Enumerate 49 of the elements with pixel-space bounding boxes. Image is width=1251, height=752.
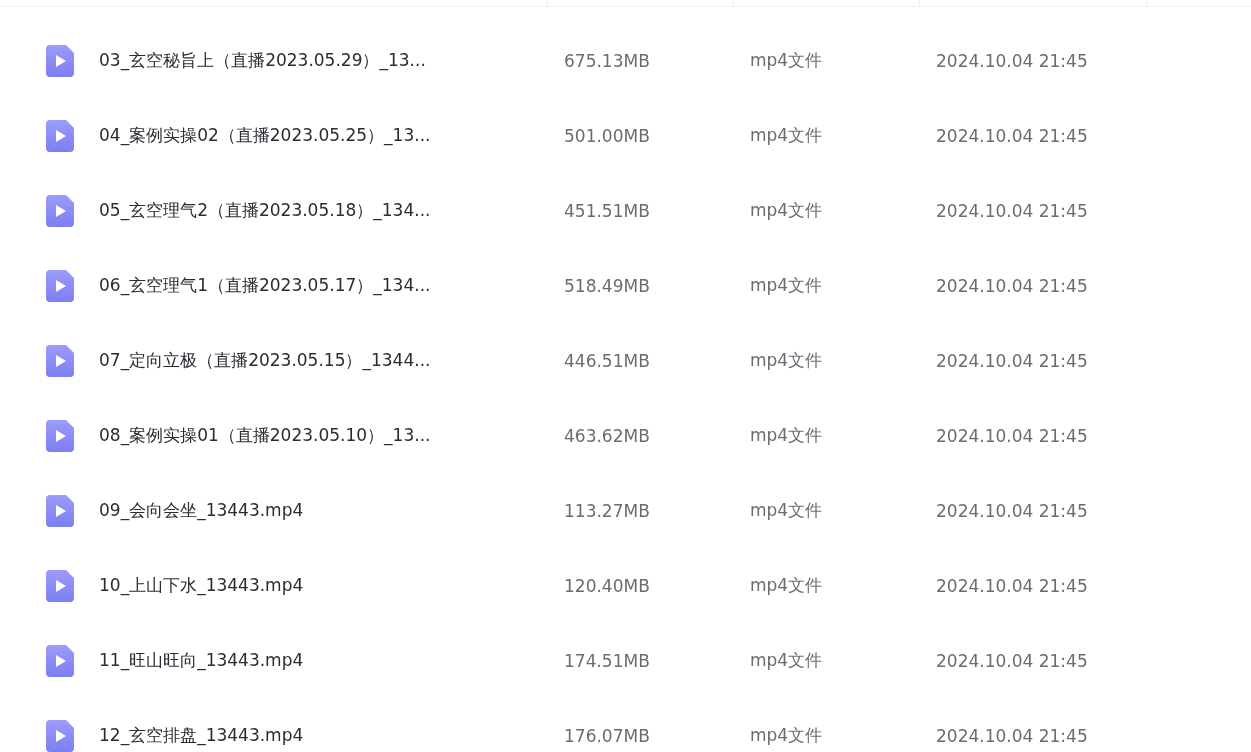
- file-type: mp4文件: [750, 274, 824, 297]
- modified-date: 2024.10.04 21:45: [936, 200, 1089, 221]
- file-type: mp4文件: [750, 124, 824, 147]
- file-size: 451.51MB: [564, 200, 651, 221]
- modified-date: 2024.10.04 21:45: [936, 575, 1089, 596]
- modified-date: 2024.10.04 21:45: [936, 350, 1089, 371]
- modified-date: 2024.10.04 21:45: [936, 125, 1089, 146]
- file-type: mp4文件: [750, 499, 824, 522]
- file-name: 06_玄空理气1（直播2023.05.17）_134...: [99, 274, 432, 297]
- video-file-icon: [46, 194, 74, 227]
- file-type: mp4文件: [750, 649, 824, 672]
- file-size: 675.13MB: [564, 50, 651, 71]
- file-size: 463.62MB: [564, 425, 651, 446]
- file-name: 03_玄空秘旨上（直播2023.05.29）_13...: [99, 49, 427, 72]
- video-file-icon: [46, 494, 74, 527]
- file-type: mp4文件: [750, 349, 824, 372]
- video-file-icon: [46, 569, 74, 602]
- file-name: 10_上山下水_13443.mp4: [99, 574, 305, 597]
- file-name: 09_会向会坐_13443.mp4: [99, 499, 305, 522]
- modified-date: 2024.10.04 21:45: [936, 50, 1089, 71]
- video-file-icon: [46, 344, 74, 377]
- modified-date: 2024.10.04 21:45: [936, 275, 1089, 296]
- modified-date: 2024.10.04 21:45: [936, 425, 1089, 446]
- file-type: mp4文件: [750, 424, 824, 447]
- file-size: 174.51MB: [564, 650, 651, 671]
- video-file-icon: [46, 419, 74, 452]
- modified-date: 2024.10.04 21:45: [936, 650, 1089, 671]
- file-type: mp4文件: [750, 724, 824, 747]
- file-name: 12_玄空排盘_13443.mp4: [99, 724, 305, 747]
- file-size: 176.07MB: [564, 725, 651, 746]
- video-file-icon: [46, 644, 74, 677]
- file-name: 04_案例实操02（直播2023.05.25）_13...: [99, 124, 432, 147]
- modified-date: 2024.10.04 21:45: [936, 500, 1089, 521]
- file-size: 446.51MB: [564, 350, 651, 371]
- video-file-icon: [46, 44, 74, 77]
- file-type: mp4文件: [750, 199, 824, 222]
- file-size: 120.40MB: [564, 575, 651, 596]
- file-type: mp4文件: [750, 49, 824, 72]
- file-name: 08_案例实操01（直播2023.05.10）_13...: [99, 424, 432, 447]
- video-file-icon: [46, 119, 74, 152]
- file-size: 518.49MB: [564, 275, 651, 296]
- modified-date: 2024.10.04 21:45: [936, 725, 1089, 746]
- file-name: 11_旺山旺向_13443.mp4: [99, 649, 305, 672]
- file-name: 05_玄空理气2（直播2023.05.18）_134...: [99, 199, 432, 222]
- file-size: 113.27MB: [564, 500, 651, 521]
- video-file-icon: [46, 269, 74, 302]
- file-name: 07_定向立极（直播2023.05.15）_1344...: [99, 349, 432, 372]
- file-size: 501.00MB: [564, 125, 651, 146]
- file-type: mp4文件: [750, 574, 824, 597]
